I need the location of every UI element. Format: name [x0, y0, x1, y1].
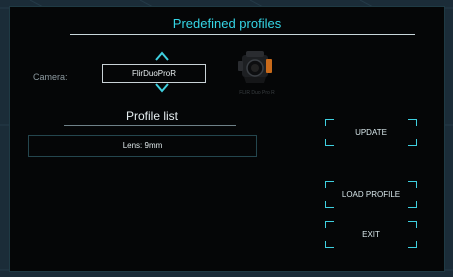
dialog-title: Predefined profiles — [172, 16, 282, 31]
camera-icon — [238, 51, 272, 83]
chevron-up-icon[interactable] — [155, 51, 169, 61]
update-button[interactable]: UPDATE — [325, 119, 417, 146]
chevron-down-icon[interactable] — [155, 83, 169, 93]
profile-list-heading: Profile list — [125, 109, 178, 123]
camera-select[interactable]: FlirDuoProR — [102, 64, 206, 83]
title-divider — [70, 34, 415, 35]
predefined-profiles-dialog: Predefined profiles Camera: FlirDuoProR … — [9, 6, 445, 272]
load-profile-button-label: LOAD PROFILE — [341, 190, 401, 199]
exit-button-label: EXIT — [362, 230, 380, 239]
camera-label: Camera: — [33, 72, 68, 82]
profile-list-underline — [64, 125, 236, 126]
update-button-label: UPDATE — [355, 128, 387, 137]
profile-list-item[interactable]: Lens: 9mm — [28, 135, 257, 157]
camera-caption: FLIR Duo Pro R — [239, 90, 275, 96]
exit-button[interactable]: EXIT — [325, 221, 417, 248]
load-profile-button[interactable]: LOAD PROFILE — [325, 181, 417, 208]
